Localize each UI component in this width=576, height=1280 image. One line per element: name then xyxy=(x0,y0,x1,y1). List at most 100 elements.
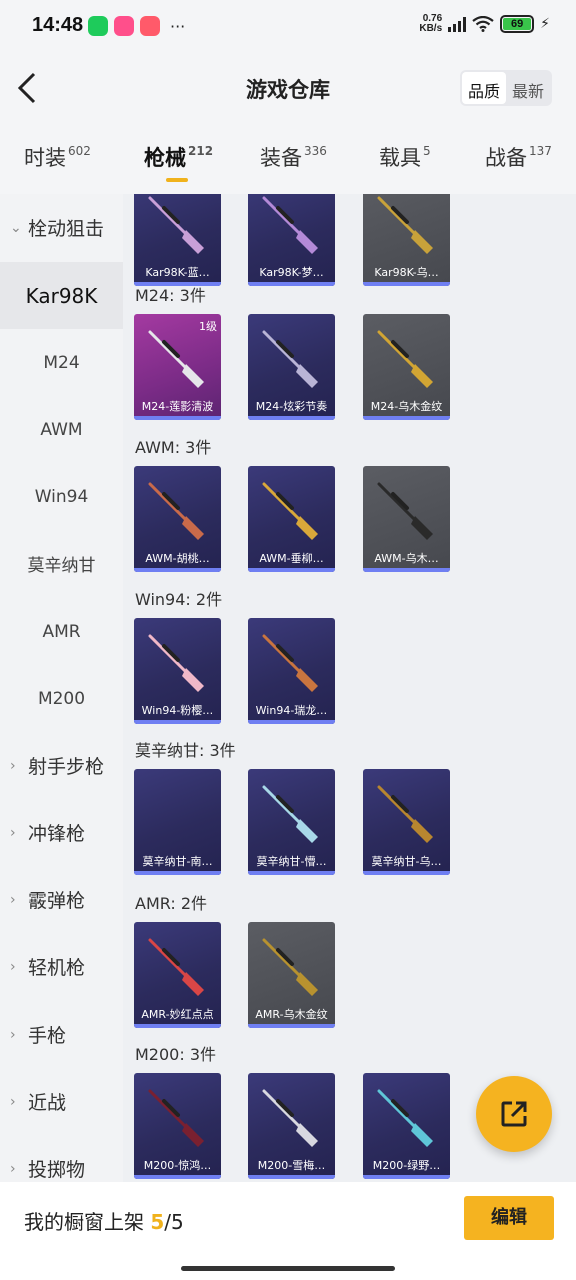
weapon-card[interactable]: M24-乌木金纹 xyxy=(363,314,450,420)
weapon-card[interactable]: M200-惊鸿… xyxy=(134,1073,221,1179)
weapon-card-label: M24-炫彩节奏 xyxy=(255,400,328,413)
sidebar-group-shotgun[interactable]: › 霰弹枪 xyxy=(0,866,123,933)
weapon-card[interactable]: Win94-粉樱… xyxy=(134,618,221,724)
weapon-card[interactable]: 莫辛纳甘-乌… xyxy=(363,769,450,875)
weapon-section: 莫辛纳甘: 3件 莫辛纳甘-南… 莫辛纳甘-懵… 莫辛纳甘-乌… xyxy=(123,735,576,885)
weapon-section: M24: 3件 1级 M24-莲影清波 M24-炫彩节奏 M24-乌木金纹 xyxy=(123,280,576,430)
weapon-card-label: M200-绿野… xyxy=(372,1159,441,1172)
weapon-card[interactable]: Kar98K-蓝… xyxy=(134,194,221,286)
wifi-icon xyxy=(472,16,494,32)
status-app-icons: ··· xyxy=(88,16,185,36)
rifle-icon xyxy=(148,634,204,692)
weapon-card[interactable]: AWM-垂柳… xyxy=(248,466,335,572)
sidebar-group-lmg[interactable]: › 轻机枪 xyxy=(0,933,123,1000)
battery-icon: 69 xyxy=(500,15,535,33)
weapon-card[interactable]: Win94-瑞龙… xyxy=(248,618,335,724)
weapon-card-label: M200-惊鸿… xyxy=(143,1159,212,1172)
weapon-card-label: AWM-胡桃… xyxy=(145,552,210,565)
rarity-strip xyxy=(363,1175,450,1179)
rarity-strip xyxy=(134,1024,221,1028)
charging-icon: ⚡ xyxy=(540,16,550,32)
weapon-card[interactable]: M200-雪梅… xyxy=(248,1073,335,1179)
tab-weapons[interactable]: 枪械 212 xyxy=(144,142,213,182)
tab-vehicles[interactable]: 载具 5 xyxy=(379,142,431,172)
weapon-card-label: Win94-粉樱… xyxy=(141,704,214,717)
section-title: AWM: 3件 xyxy=(135,438,212,457)
weapon-card-label: Kar98K-蓝… xyxy=(145,266,210,279)
rifle-icon xyxy=(262,330,318,388)
section-title: Win94: 2件 xyxy=(135,590,223,609)
weapon-card-label: 莫辛纳甘-乌… xyxy=(371,855,442,868)
sidebar-group-smg[interactable]: › 冲锋枪 xyxy=(0,799,123,866)
chevron-right-icon: › xyxy=(10,1093,16,1110)
rifle-icon xyxy=(262,634,318,692)
rifle-icon xyxy=(148,330,204,388)
weapon-card-label: AWM-垂柳… xyxy=(259,552,324,565)
share-button[interactable] xyxy=(476,1076,552,1152)
weapon-card[interactable]: AMR-乌木金纹 xyxy=(248,922,335,1028)
rarity-strip xyxy=(134,416,221,420)
sidebar-item-m24[interactable]: M24 xyxy=(0,329,123,396)
weapon-card[interactable]: Kar98K-乌… xyxy=(363,194,450,286)
weapon-card-label: M24-乌木金纹 xyxy=(370,400,443,413)
rifle-icon xyxy=(148,196,204,254)
sidebar-item-win94[interactable]: Win94 xyxy=(0,463,123,530)
chevron-down-icon: ⌄ xyxy=(10,219,22,236)
rarity-strip xyxy=(248,1175,335,1179)
weapon-card[interactable]: 莫辛纳甘-南… xyxy=(134,769,221,875)
home-indicator xyxy=(181,1266,395,1271)
weapon-card-label: Kar98K-梦… xyxy=(259,266,324,279)
weapon-card-label: AMR-妙红点点 xyxy=(141,1008,214,1021)
sidebar-group-throwables[interactable]: › 投掷物 xyxy=(0,1135,123,1182)
external-link-icon xyxy=(501,1101,527,1127)
sidebar-item-amr[interactable]: AMR xyxy=(0,598,123,665)
sidebar-item-m200[interactable]: M200 xyxy=(0,665,123,732)
rarity-strip xyxy=(134,720,221,724)
sort-quality-option[interactable]: 品质 xyxy=(461,72,506,104)
status-bar: 14:48 ··· 0.76 KB/s 69 ⚡ xyxy=(0,0,576,52)
section-title: M24: 3件 xyxy=(135,286,206,305)
rifle-icon xyxy=(148,482,204,540)
rarity-strip xyxy=(363,871,450,875)
tab-combat-gear[interactable]: 战备 137 xyxy=(485,142,552,172)
rarity-strip xyxy=(134,1175,221,1179)
sidebar-group-melee[interactable]: › 近战 xyxy=(0,1068,123,1135)
rifle-icon xyxy=(262,785,318,843)
chevron-right-icon: › xyxy=(10,891,16,908)
rarity-strip xyxy=(363,416,450,420)
sidebar-group-pistol[interactable]: › 手枪 xyxy=(0,1001,123,1068)
rarity-strip xyxy=(248,416,335,420)
sidebar-item-mosin[interactable]: 莫辛纳甘 xyxy=(0,530,123,597)
weapon-card[interactable]: AMR-妙红点点 xyxy=(134,922,221,1028)
rifle-icon xyxy=(377,785,433,843)
weapon-card[interactable]: 莫辛纳甘-懵… xyxy=(248,769,335,875)
weapon-section: AMR: 2件 AMR-妙红点点 AMR-乌木金纹 xyxy=(123,888,576,1038)
level-badge: 1级 xyxy=(199,320,217,333)
tab-fashion[interactable]: 时装 602 xyxy=(24,142,91,172)
sidebar-item-awm[interactable]: AWM xyxy=(0,396,123,463)
sidebar-group-bolt-action[interactable]: ⌄ 栓动狙击 xyxy=(0,194,123,261)
page-header: 游戏仓库 品质 最新 xyxy=(0,52,576,126)
tab-equipment[interactable]: 装备 336 xyxy=(260,142,327,172)
edit-button[interactable]: 编辑 xyxy=(464,1196,554,1240)
weapon-card[interactable]: M24-炫彩节奏 xyxy=(248,314,335,420)
sort-toggle[interactable]: 品质 最新 xyxy=(459,70,552,106)
chevron-right-icon: › xyxy=(10,757,16,774)
active-tab-indicator xyxy=(166,178,188,182)
weapon-card[interactable]: M200-绿野… xyxy=(363,1073,450,1179)
app-notification-icon xyxy=(114,16,134,36)
weapon-card[interactable]: AWM-胡桃… xyxy=(134,466,221,572)
weapon-card[interactable]: Kar98K-梦… xyxy=(248,194,335,286)
weapon-section: Win94: 2件 Win94-粉樱… Win94-瑞龙… xyxy=(123,584,576,734)
rifle-icon xyxy=(377,196,433,254)
wechat-icon xyxy=(88,16,108,36)
sort-newest-option[interactable]: 最新 xyxy=(506,72,550,104)
sidebar-item-kar98k[interactable]: Kar98K xyxy=(0,262,123,329)
weapon-card-label: Win94-瑞龙… xyxy=(255,704,328,717)
chevron-right-icon: › xyxy=(10,1160,16,1177)
weapon-card-label: AMR-乌木金纹 xyxy=(255,1008,328,1021)
weapon-card[interactable]: 1级 M24-莲影清波 xyxy=(134,314,221,420)
rifle-icon xyxy=(262,482,318,540)
sidebar-group-dmr[interactable]: › 射手步枪 xyxy=(0,732,123,799)
weapon-card[interactable]: AWM-乌木… xyxy=(363,466,450,572)
